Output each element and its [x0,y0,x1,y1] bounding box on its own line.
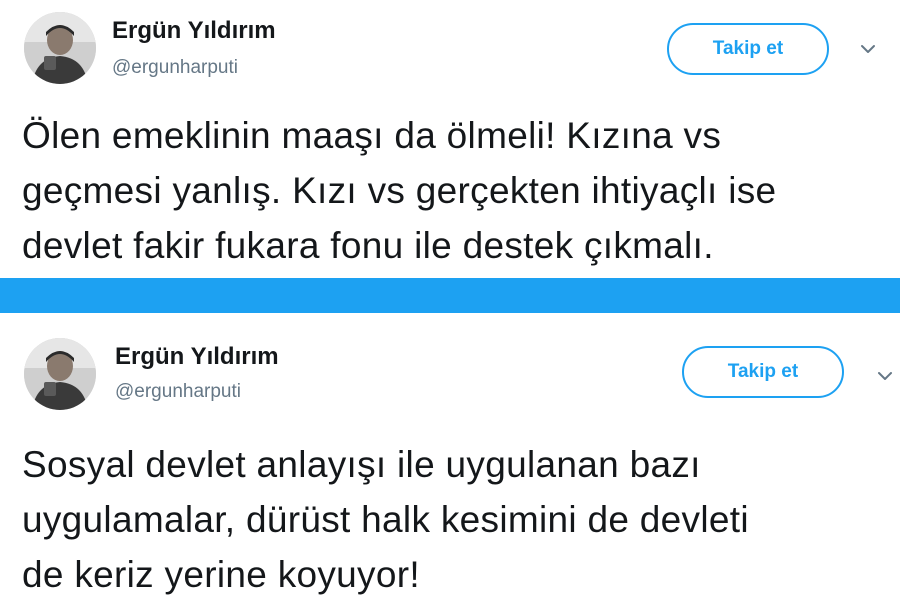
author-handle[interactable]: @ergunharputi [115,381,241,403]
tweet-text: Sosyal devlet anlayışı ile uygulanan baz… [22,437,749,602]
avatar-photo-icon [24,12,96,84]
avatar[interactable] [24,12,96,84]
tweet-card: Ergün Yıldırım @ergunharputi Takip et So… [0,313,900,600]
follow-button[interactable]: Takip et [682,346,844,398]
tweet-text-line: de keriz yerine koyuyor! [22,554,420,595]
divider-bar [0,278,900,313]
tweet-text-line: Sosyal devlet anlayışı ile uygulanan baz… [22,444,701,485]
tweet-text: Ölen emeklinin maaşı da ölmeli! Kızına v… [22,108,776,273]
follow-button[interactable]: Takip et [667,23,829,75]
chevron-down-icon[interactable] [874,365,896,387]
author-name[interactable]: Ergün Yıldırım [115,343,279,371]
tweet-text-line: Ölen emeklinin maaşı da ölmeli! Kızına v… [22,115,722,156]
avatar[interactable] [24,338,96,410]
tweet-text-line: geçmesi yanlış. Kızı vs gerçekten ihtiya… [22,170,777,211]
avatar-photo-icon [24,338,96,410]
author-handle[interactable]: @ergunharputi [112,57,238,79]
tweet-text-line: uygulamalar, dürüst halk kesimini de dev… [22,499,749,540]
chevron-down-icon[interactable] [857,38,879,60]
tweet-card: Ergün Yıldırım @ergunharputi Takip et Öl… [0,0,900,278]
author-name[interactable]: Ergün Yıldırım [112,17,276,45]
tweet-text-line: devlet fakir fukara fonu ile destek çıkm… [22,225,714,266]
